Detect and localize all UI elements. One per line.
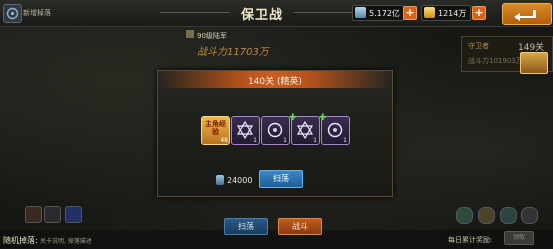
fight-button[interactable]: 战斗 bbox=[278, 218, 322, 235]
claim-button[interactable]: 领取 bbox=[504, 231, 534, 245]
hexagram-rune-icon bbox=[236, 121, 254, 139]
rune-reward-count: 1 bbox=[283, 137, 287, 144]
player-power: 战斗力11703万 bbox=[197, 47, 269, 58]
soldier-icon[interactable] bbox=[456, 207, 473, 224]
silver-currency-value: 5.172亿 bbox=[369, 9, 400, 18]
sweep-cost: 24000 bbox=[227, 176, 253, 185]
circle-rune-icon bbox=[327, 122, 343, 138]
gear-icon[interactable] bbox=[44, 206, 61, 223]
enemy-power: 战斗力101903万 bbox=[468, 57, 523, 65]
new-drop-label: 新增掉落 bbox=[23, 9, 51, 17]
sweep-button[interactable]: 扫荡 bbox=[224, 218, 268, 235]
army-rank-icon bbox=[186, 30, 194, 38]
rune-reward-count: 1 bbox=[253, 137, 257, 144]
rune-reward-item[interactable]: ✚ 1 bbox=[319, 113, 350, 145]
skill-icon[interactable] bbox=[25, 206, 42, 223]
stamina-icon bbox=[216, 175, 224, 185]
exp-reward-label: 主角经验 bbox=[205, 120, 226, 136]
dialog-header: 140关 (精英) bbox=[158, 71, 392, 88]
item-icon[interactable] bbox=[65, 206, 82, 223]
gold-currency-value: 1214万 bbox=[438, 9, 467, 18]
medal-icon[interactable] bbox=[478, 207, 495, 224]
rune-reward-count: 1 bbox=[313, 137, 317, 144]
circle-rune-icon bbox=[267, 122, 283, 138]
shield-icon[interactable] bbox=[500, 207, 517, 224]
rune-reward-count: 1 bbox=[343, 137, 347, 144]
silver-currency: 5.172亿 bbox=[352, 5, 404, 21]
add-silver-button[interactable]: + bbox=[403, 6, 417, 20]
gold-currency: 1214万 bbox=[421, 5, 471, 21]
player-level: 90级陆军 bbox=[197, 32, 227, 40]
extra-icon[interactable] bbox=[521, 207, 538, 224]
new-drop-icon[interactable] bbox=[3, 4, 22, 23]
dialog-sweep-button[interactable]: 扫荡 bbox=[259, 170, 303, 188]
random-drop-description: 关卡说明, 掉落描述 bbox=[40, 238, 92, 245]
rune-reward-item[interactable]: 1 bbox=[231, 116, 260, 145]
random-drop-label: 随机掉落: bbox=[3, 236, 38, 245]
sweep-dialog: 140关 (精英) 主角经验 48 1 1 ✚ 1 ✚ 1 24000 扫荡 bbox=[157, 70, 393, 197]
page-title: 保卫战 bbox=[240, 8, 283, 23]
gold-coin-icon bbox=[424, 7, 435, 18]
hexagram-rune-icon bbox=[296, 121, 314, 139]
enemy-label: 守卫者 bbox=[468, 42, 489, 50]
back-arrow-icon bbox=[514, 10, 536, 21]
daily-reward-label: 每日累计奖励: bbox=[448, 236, 493, 244]
treasure-chest-icon[interactable] bbox=[520, 52, 548, 74]
back-button[interactable] bbox=[502, 3, 552, 25]
exp-reward-count: 48 bbox=[220, 137, 228, 144]
rune-reward-item[interactable]: 1 bbox=[261, 116, 290, 145]
add-gold-button[interactable]: + bbox=[472, 6, 486, 20]
exp-reward-item[interactable]: 主角经验 48 bbox=[201, 116, 230, 145]
rune-reward-item[interactable]: ✚ 1 bbox=[289, 113, 320, 145]
dialog-title: 140关 (精英) bbox=[247, 77, 303, 87]
title-left-decoration bbox=[160, 12, 230, 13]
top-bar: 新增掉落 保卫战 5.172亿 + 1214万 + bbox=[0, 0, 553, 27]
silver-coin-icon bbox=[355, 7, 366, 18]
